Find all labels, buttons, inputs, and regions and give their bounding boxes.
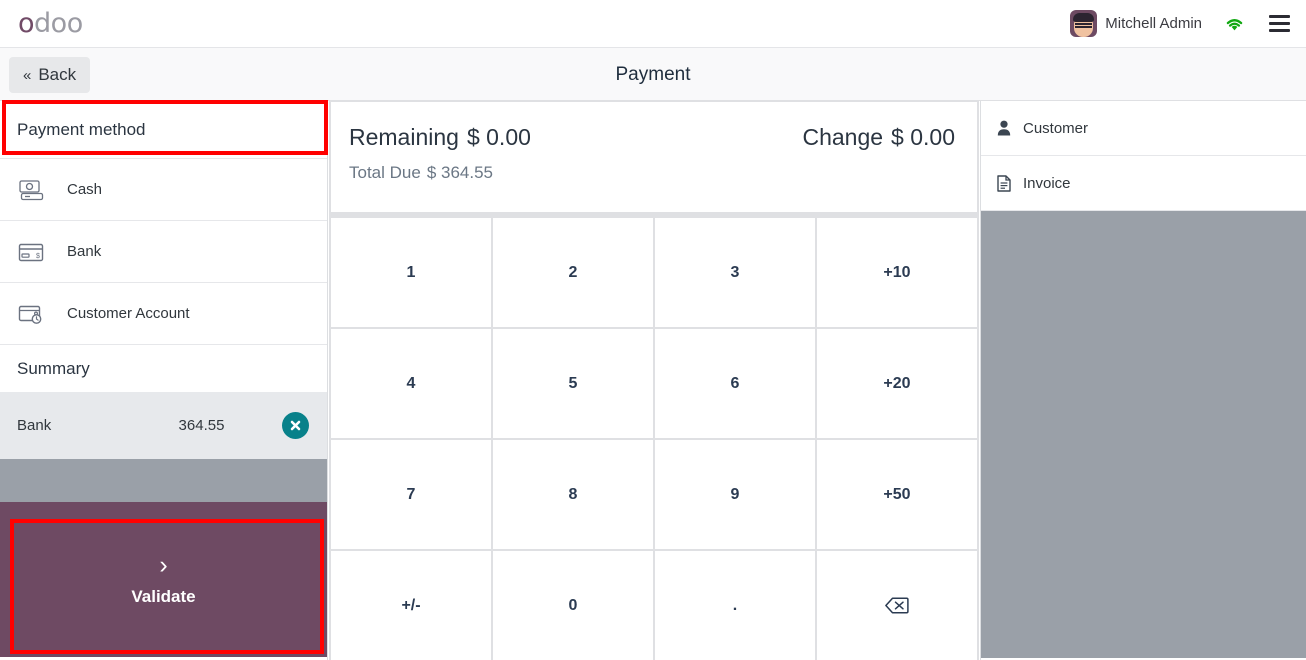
document-icon (995, 174, 1012, 192)
numpad-key-plus20[interactable]: +20 (817, 329, 977, 438)
payment-method-bank[interactable]: $ Bank (0, 220, 327, 282)
payment-method-header: Payment method (0, 101, 327, 158)
numpad-key-5[interactable]: 5 (493, 329, 653, 438)
payment-line-amount: 364.55 (178, 417, 225, 434)
remaining-label: Remaining (349, 124, 459, 150)
user-avatar[interactable] (1070, 10, 1098, 37)
pos-payment-screen: odoo Mitchell Admin « Back Payment Payme… (0, 0, 1306, 660)
payment-line-name: Bank (17, 417, 52, 434)
change-value: $ 0.00 (891, 124, 955, 150)
numpad-key-6[interactable]: 6 (655, 329, 815, 438)
person-icon (995, 120, 1012, 136)
validate-zone: › Validate (0, 502, 327, 657)
credit-card-icon: $ (17, 240, 47, 264)
payment-method-cash[interactable]: Cash (0, 158, 327, 220)
change-label: Change (802, 124, 884, 150)
user-name-label: Mitchell Admin (1105, 15, 1202, 32)
remaining-block: Remaining $ 0.00 (349, 124, 531, 151)
payment-center-panel: Remaining $ 0.00 Change $ 0.00 Total Due $ … (329, 101, 979, 660)
numpad-key-plus10[interactable]: +10 (817, 218, 977, 327)
backspace-icon (885, 597, 909, 614)
left-panel-spacer (0, 459, 327, 502)
numpad-key-7[interactable]: 7 (331, 440, 491, 549)
numpad-key-sign[interactable]: +/- (331, 551, 491, 660)
wifi-icon[interactable] (1224, 16, 1245, 32)
numpad: 1 2 3 +10 4 5 6 +20 7 8 9 +50 +/- 0 . (331, 218, 977, 660)
brand-navbar: odoo Mitchell Admin (0, 0, 1306, 48)
page-title: Payment (615, 63, 691, 85)
numpad-key-2[interactable]: 2 (493, 218, 653, 327)
right-panel-spacer (981, 211, 1306, 658)
validate-chevron-icon: › (159, 550, 168, 579)
payment-method-customer-account[interactable]: Customer Account (0, 282, 327, 344)
numpad-key-plus50[interactable]: +50 (817, 440, 977, 549)
cash-icon (17, 178, 47, 202)
payment-body: Payment method Cash $ Bank Customer Acco… (0, 101, 1306, 660)
change-block: Change $ 0.00 (802, 124, 955, 151)
numpad-key-8[interactable]: 8 (493, 440, 653, 549)
customer-label: Customer (1023, 119, 1089, 137)
payment-totals: Remaining $ 0.00 Change $ 0.00 Total Due $ … (331, 102, 977, 212)
numpad-key-9[interactable]: 9 (655, 440, 815, 549)
validate-button[interactable]: › Validate (4, 506, 323, 653)
back-button-label: Back (38, 65, 77, 84)
numpad-key-4[interactable]: 4 (331, 329, 491, 438)
invoice-label: Invoice (1023, 174, 1071, 192)
total-due-label: Total Due (349, 163, 421, 182)
invoice-button[interactable]: Invoice (981, 156, 1306, 211)
summary-header: Summary (0, 344, 327, 392)
navbar-right-group: Mitchell Admin (1070, 0, 1290, 47)
numpad-key-decimal[interactable]: . (655, 551, 815, 660)
svg-text:$: $ (36, 253, 40, 260)
numpad-key-1[interactable]: 1 (331, 218, 491, 327)
odoo-logo[interactable]: odoo (18, 10, 83, 37)
payment-method-label: Cash (67, 181, 103, 198)
totals-top-row: Remaining $ 0.00 Change $ 0.00 (349, 124, 955, 151)
total-due-value: $ 364.55 (426, 163, 494, 182)
payment-line-bank[interactable]: Bank 364.55 (0, 392, 327, 459)
numpad-key-0[interactable]: 0 (493, 551, 653, 660)
payment-methods-panel: Payment method Cash $ Bank Customer Acco… (0, 101, 328, 660)
payment-method-label: Customer Account (67, 305, 190, 322)
payment-right-panel: Customer Invoice (980, 101, 1306, 660)
validate-button-label: Validate (131, 586, 196, 606)
total-due-block: Total Due $ 364.55 (349, 163, 955, 183)
back-button[interactable]: « Back (9, 57, 91, 93)
screen-topbar: « Back Payment (0, 48, 1306, 101)
delete-circle-icon[interactable] (282, 412, 309, 439)
payment-method-label: Bank (67, 243, 102, 260)
numpad-key-backspace[interactable] (817, 551, 977, 660)
hamburger-menu-icon[interactable] (1269, 15, 1290, 32)
customer-button[interactable]: Customer (981, 101, 1306, 156)
remaining-value: $ 0.00 (466, 124, 531, 150)
wallet-clock-icon (17, 302, 47, 326)
numpad-key-3[interactable]: 3 (655, 218, 815, 327)
back-chevron-icon: « (23, 66, 32, 84)
